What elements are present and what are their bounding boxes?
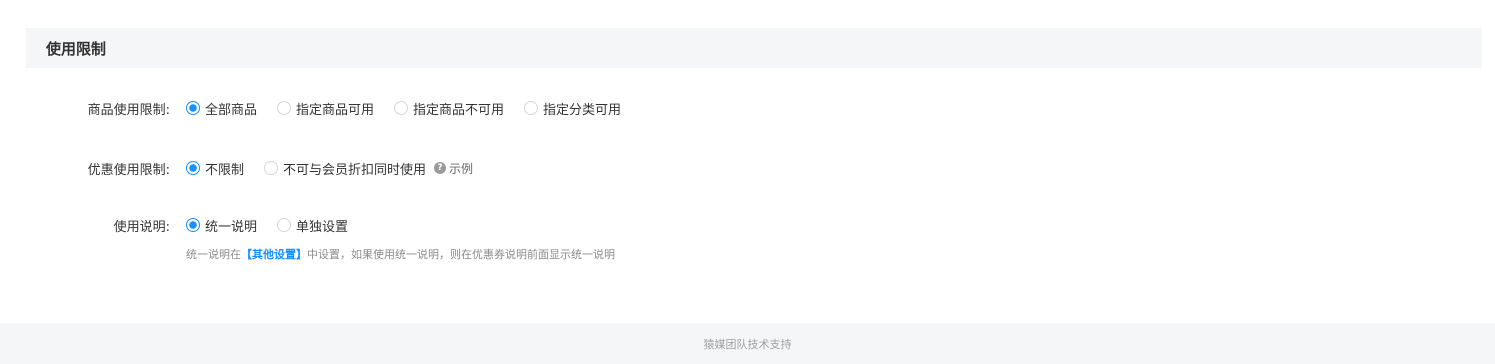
discount-limit-radio-group: 不限制 不可与会员折扣同时使用 ? 示例	[186, 159, 473, 178]
radio-unchecked-icon[interactable]	[394, 101, 409, 115]
other-settings-link[interactable]: 【其他设置】	[241, 248, 307, 261]
radio-specified-category-usable[interactable]: 指定分类可用	[524, 99, 621, 118]
footer-text: 猿媒团队技术支持	[703, 337, 792, 351]
section-title: 使用限制	[46, 39, 107, 58]
discount-limit-label: 优惠使用限制:	[87, 162, 170, 178]
hint-prefix: 统一说明在	[186, 248, 241, 261]
radio-specified-products-usable[interactable]: 指定商品可用	[277, 99, 374, 118]
radio-label[interactable]: 统一说明	[205, 216, 257, 235]
section-header: 使用限制	[26, 28, 1482, 68]
radio-label[interactable]: 全部商品	[205, 99, 257, 118]
discount-limit-row: 优惠使用限制: 不限制 不可与会员折扣同时使用 ? 示例	[0, 158, 473, 178]
usage-note-row: 使用说明: 统一说明 单独设置	[0, 215, 368, 235]
product-limit-label: 商品使用限制:	[87, 102, 170, 118]
radio-no-limit[interactable]: 不限制	[186, 159, 244, 178]
radio-label[interactable]: 指定商品可用	[296, 99, 374, 118]
example-link[interactable]: ? 示例	[434, 160, 473, 177]
usage-note-radio-group: 统一说明 单独设置	[186, 216, 368, 235]
radio-unchecked-icon[interactable]	[264, 161, 279, 175]
radio-separate-setting[interactable]: 单独设置	[277, 216, 348, 235]
product-limit-radio-group: 全部商品 指定商品可用 指定商品不可用 指定分类可用	[186, 99, 641, 118]
radio-label[interactable]: 单独设置	[296, 216, 348, 235]
radio-label[interactable]: 不限制	[205, 159, 244, 178]
product-limit-row: 商品使用限制: 全部商品 指定商品可用 指定商品不可用 指定分类可用	[0, 98, 641, 118]
usage-note-hint: 统一说明在【其他设置】中设置，如果使用统一说明，则在优惠券说明前面显示统一说明	[186, 246, 615, 262]
question-mark-icon: ?	[434, 162, 447, 174]
radio-unchecked-icon[interactable]	[524, 101, 539, 115]
radio-not-with-member-discount[interactable]: 不可与会员折扣同时使用	[264, 159, 426, 178]
radio-checked-icon[interactable]	[186, 218, 200, 232]
radio-unified-note[interactable]: 统一说明	[186, 216, 257, 235]
footer: 猿媒团队技术支持	[0, 323, 1495, 364]
radio-checked-icon[interactable]	[186, 161, 200, 175]
radio-all-products[interactable]: 全部商品	[186, 99, 257, 118]
radio-label[interactable]: 指定商品不可用	[413, 99, 504, 118]
usage-note-label: 使用说明:	[113, 219, 170, 235]
radio-checked-icon[interactable]	[186, 101, 200, 115]
hint-suffix: 中设置，如果使用统一说明，则在优惠券说明前面显示统一说明	[307, 248, 615, 261]
radio-label[interactable]: 指定分类可用	[543, 99, 621, 118]
example-label[interactable]: 示例	[449, 160, 473, 177]
radio-unchecked-icon[interactable]	[277, 218, 292, 232]
radio-unchecked-icon[interactable]	[277, 101, 292, 115]
radio-label[interactable]: 不可与会员折扣同时使用	[283, 159, 426, 178]
radio-specified-products-unusable[interactable]: 指定商品不可用	[394, 99, 504, 118]
